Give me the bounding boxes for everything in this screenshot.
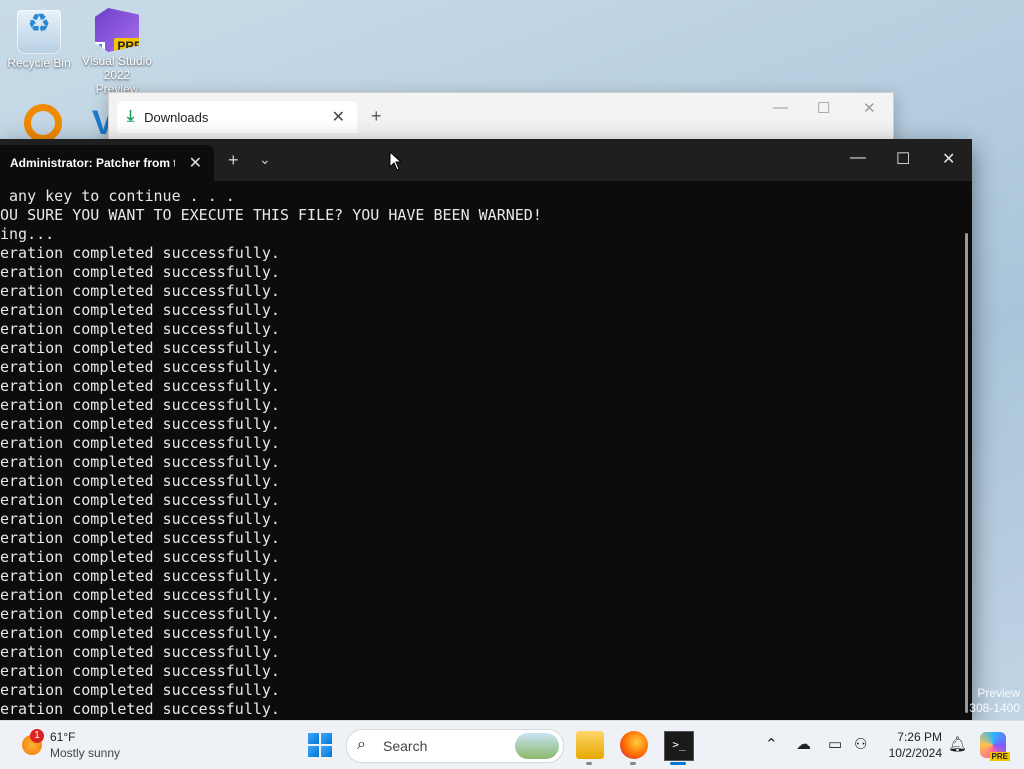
new-tab-button[interactable]: + xyxy=(228,150,239,171)
download-icon: ⤓ xyxy=(127,108,135,125)
terminal-line: eration completed successfully. xyxy=(0,510,280,528)
maximize-button[interactable]: ☐ xyxy=(896,149,910,169)
close-button[interactable]: ✕ xyxy=(863,99,876,117)
clock-time: 7:26 PM xyxy=(897,730,942,744)
terminal-line: eration completed successfully. xyxy=(0,472,280,490)
close-button[interactable]: ✕ xyxy=(942,149,955,169)
search-highlight-image xyxy=(515,733,559,759)
running-indicator xyxy=(586,762,592,765)
network-icon[interactable]: ⚇ xyxy=(854,735,867,753)
terminal-line: eration completed successfully. xyxy=(0,434,280,452)
running-indicator xyxy=(630,762,636,765)
downloads-tab-title: Downloads xyxy=(144,109,209,125)
preview-badge: PRE xyxy=(989,752,1010,761)
maximize-button[interactable]: ☐ xyxy=(817,99,830,117)
terminal-line: eration completed successfully. xyxy=(0,339,280,357)
terminal-line: eration completed successfully. xyxy=(0,700,280,717)
visual-studio-shortcut[interactable]: PRE ↗ Visual Studio 2022 Preview xyxy=(81,8,153,96)
recycle-bin-glyph-icon xyxy=(17,10,61,54)
terminal-line: eration completed successfully. xyxy=(0,358,280,376)
terminal-line: OU SURE YOU WANT TO EXECUTE THIS FILE? Y… xyxy=(0,206,542,224)
preview-badge: PRE xyxy=(114,38,139,52)
terminal-output[interactable]: any key to continue . . . OU SURE YOU WAN… xyxy=(0,187,960,717)
clock[interactable]: 7:26 PM 10/2/2024 xyxy=(880,729,942,761)
close-icon[interactable]: ✕ xyxy=(189,153,202,173)
terminal-line: eration completed successfully. xyxy=(0,396,280,414)
visual-studio-icon: PRE ↗ xyxy=(95,8,139,52)
downloads-tab[interactable]: ⤓ Downloads ✕ xyxy=(117,101,357,133)
weather-widget[interactable]: 1 61°F Mostly sunny xyxy=(18,727,138,763)
scrollbar[interactable] xyxy=(965,233,968,713)
mouse-cursor-icon xyxy=(389,150,403,176)
visual-studio-label: Visual Studio 2022 Preview xyxy=(82,54,152,96)
terminal-line: eration completed successfully. xyxy=(0,244,280,262)
recycle-bin-label: Recycle Bin xyxy=(7,56,71,70)
new-tab-button[interactable]: + xyxy=(371,106,382,127)
recycle-bin-icon[interactable]: Recycle Bin xyxy=(3,10,75,70)
display-icon[interactable]: ▭ xyxy=(828,735,842,753)
terminal-icon[interactable]: >_ xyxy=(664,731,694,761)
chevron-down-icon[interactable]: ⌄ xyxy=(259,151,271,168)
terminal-titlebar[interactable]: Administrator: Patcher from t ✕ + ⌄ — ☐ … xyxy=(0,139,972,181)
notification-badge: 1 xyxy=(30,729,44,743)
terminal-line: ing... xyxy=(0,225,55,243)
terminal-line: eration completed successfully. xyxy=(0,415,280,433)
weather-condition: Mostly sunny xyxy=(50,746,121,760)
app-shortcut-icon[interactable] xyxy=(24,104,62,142)
minimize-button[interactable]: — xyxy=(850,149,866,167)
terminal-tab-title: Administrator: Patcher from t xyxy=(10,156,175,170)
file-explorer-icon[interactable] xyxy=(576,731,604,759)
active-indicator xyxy=(670,762,686,765)
terminal-line: eration completed successfully. xyxy=(0,662,280,680)
watermark-line: 308-1400 xyxy=(969,701,1020,715)
start-button[interactable] xyxy=(308,733,332,757)
terminal-line: eration completed successfully. xyxy=(0,320,280,338)
terminal-line: eration completed successfully. xyxy=(0,529,280,547)
terminal-line: eration completed successfully. xyxy=(0,263,280,281)
search-placeholder: Search xyxy=(383,738,428,754)
terminal-line: eration completed successfully. xyxy=(0,586,280,604)
watermark-line: Preview xyxy=(977,686,1020,700)
terminal-line: eration completed successfully. xyxy=(0,681,280,699)
minimize-button[interactable]: — xyxy=(773,99,788,116)
taskbar-search[interactable]: ⌕ Search xyxy=(346,729,564,763)
terminal-line: eration completed successfully. xyxy=(0,548,280,566)
terminal-line: eration completed successfully. xyxy=(0,567,280,585)
weather-temp: 61°F xyxy=(50,730,76,744)
windows-logo-icon xyxy=(308,733,319,744)
terminal-line: eration completed successfully. xyxy=(0,624,280,642)
chevron-up-icon[interactable]: ⌃ xyxy=(765,735,778,753)
onedrive-icon[interactable]: ☁ xyxy=(796,735,811,753)
terminal-window[interactable]: Administrator: Patcher from t ✕ + ⌄ — ☐ … xyxy=(0,139,972,720)
shortcut-arrow-icon: ↗ xyxy=(94,42,105,53)
build-watermark: Preview 308-1400 xyxy=(969,686,1020,716)
terminal-tab[interactable]: Administrator: Patcher from t ✕ xyxy=(0,145,214,181)
terminal-line: eration completed successfully. xyxy=(0,301,280,319)
terminal-line: eration completed successfully. xyxy=(0,643,280,661)
terminal-line: eration completed successfully. xyxy=(0,282,280,300)
bell-icon[interactable]: 🔔︎ xyxy=(948,735,967,753)
terminal-line: eration completed successfully. xyxy=(0,605,280,623)
copilot-icon[interactable]: PRE xyxy=(980,732,1010,761)
search-icon: ⌕ xyxy=(357,736,366,753)
terminal-line: eration completed successfully. xyxy=(0,377,280,395)
close-icon[interactable]: ✕ xyxy=(332,107,345,127)
terminal-line: any key to continue . . . xyxy=(0,187,235,205)
firefox-icon[interactable] xyxy=(620,731,648,759)
terminal-line: eration completed successfully. xyxy=(0,453,280,471)
clock-date: 10/2/2024 xyxy=(888,746,942,760)
taskbar: 1 61°F Mostly sunny ⌕ Search >_ ⌃ ☁ ▭ ⚇ … xyxy=(0,720,1024,769)
terminal-line: eration completed successfully. xyxy=(0,491,280,509)
